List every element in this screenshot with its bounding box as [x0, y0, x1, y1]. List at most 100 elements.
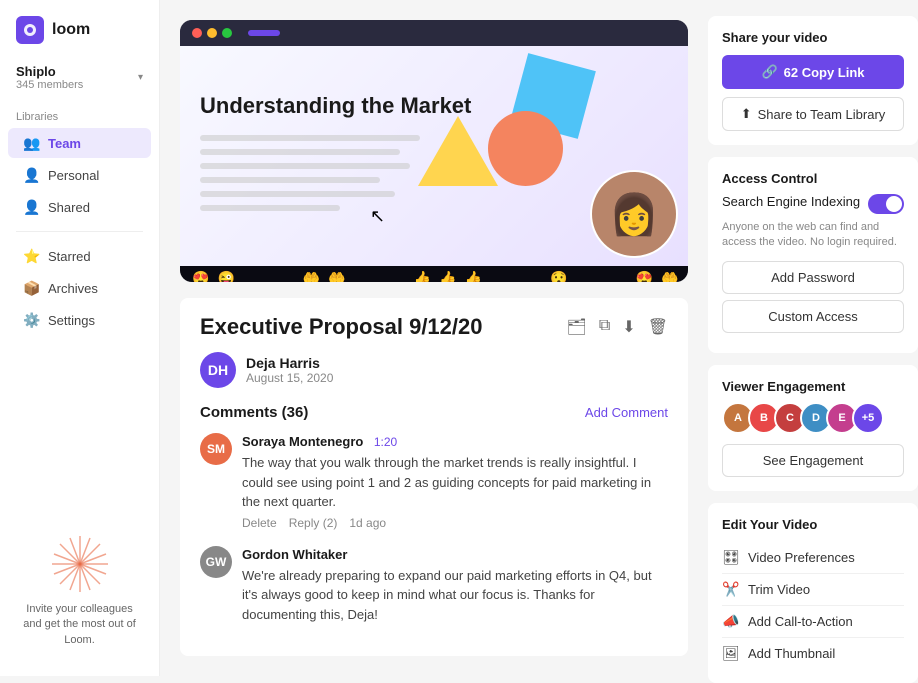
- video-actions: 🗂 ⧉ ⬇ 🗑: [567, 317, 668, 337]
- uploader-name: Deja Harris: [246, 355, 333, 371]
- chevron-down-icon: ▾: [138, 72, 143, 83]
- sidebar-item-label-personal: Personal: [48, 168, 99, 183]
- sidebar-item-label-shared: Shared: [48, 200, 90, 215]
- team-icon: 👥: [24, 135, 40, 151]
- emoji-reactions-bar: 😍😜 🤲🤲 👍👍👍 😯 😍🤲👍: [180, 266, 688, 282]
- video-player[interactable]: Understanding the Market 👩 ↖: [180, 20, 688, 282]
- search-engine-toggle[interactable]: [868, 194, 904, 214]
- video-title: Executive Proposal 9/12/20: [200, 314, 483, 340]
- copy-link-button[interactable]: 🔗 62 Copy Link: [722, 55, 904, 89]
- sidebar: loom Shiplo 345 members ▾ Libraries 👥 Te…: [0, 0, 160, 676]
- engagement-title: Viewer Engagement: [722, 379, 904, 394]
- comment-text-2: We're already preparing to expand our pa…: [242, 566, 668, 625]
- invite-graphic: [50, 534, 110, 594]
- access-control-card: Access Control Search Engine Indexing An…: [708, 157, 918, 353]
- commenter-name-1: Soraya Montenegro: [242, 434, 363, 449]
- video-title-row: Executive Proposal 9/12/20 🗂 ⧉ ⬇ 🗑: [200, 314, 668, 340]
- comment-item: SM Soraya Montenegro 1:20 The way that y…: [200, 433, 668, 530]
- video-slide: Understanding the Market 👩 ↖: [180, 46, 688, 266]
- trim-icon: ✂️: [722, 581, 740, 598]
- commenter-name-2: Gordon Whitaker: [242, 547, 347, 562]
- browser-bar: [180, 20, 688, 46]
- trim-label: Trim Video: [748, 582, 810, 597]
- logo-text: loom: [52, 21, 90, 39]
- sidebar-item-archives[interactable]: 📦 Archives: [8, 273, 151, 303]
- commenter-avatar-1: SM: [200, 433, 232, 465]
- add-password-button[interactable]: Add Password: [722, 261, 904, 294]
- comment-ago-1: 1d ago: [349, 516, 386, 530]
- sidebar-item-label-starred: Starred: [48, 249, 91, 264]
- comment-delete-button[interactable]: Delete: [242, 516, 277, 530]
- comment-text-1: The way that you walk through the market…: [242, 453, 668, 512]
- browser-dot-expand: [222, 28, 232, 38]
- copy-action-button[interactable]: ⧉: [599, 317, 610, 337]
- edit-video-card: Edit Your Video 🎛 Video Preferences ✂️ T…: [708, 503, 918, 683]
- logo: loom: [0, 12, 159, 56]
- sidebar-item-label-team: Team: [48, 136, 81, 151]
- comments-title: Comments (36): [200, 404, 308, 421]
- sidebar-item-team[interactable]: 👥 Team: [8, 128, 151, 158]
- edit-item-prefs[interactable]: 🎛 Video Preferences: [722, 542, 904, 574]
- access-control-title: Access Control: [722, 171, 904, 186]
- sidebar-item-personal[interactable]: 👤 Personal: [8, 160, 151, 190]
- main-content: Understanding the Market 👩 ↖: [160, 0, 708, 676]
- shared-icon: 👤: [24, 199, 40, 215]
- personal-icon: 👤: [24, 167, 40, 183]
- search-engine-row: Search Engine Indexing: [722, 194, 904, 214]
- org-selector[interactable]: Shiplo 345 members ▾: [0, 56, 159, 99]
- star-icon: ⭐: [24, 248, 40, 264]
- link-icon: 🔗: [761, 64, 777, 80]
- toggle-knob: [886, 196, 902, 212]
- download-action-button[interactable]: ⬇: [622, 317, 635, 337]
- folder-action-button[interactable]: 🗂: [567, 317, 587, 337]
- presenter-avatar: 👩: [590, 170, 678, 258]
- comments-header: Comments (36) Add Comment: [200, 404, 668, 421]
- org-name: Shiplo: [16, 64, 83, 79]
- browser-dots: [192, 28, 232, 38]
- right-panel: Share your video 🔗 62 Copy Link ⬆ Share …: [708, 0, 918, 676]
- sidebar-item-label-settings: Settings: [48, 313, 95, 328]
- see-engagement-button[interactable]: See Engagement: [722, 444, 904, 477]
- cta-label: Add Call-to-Action: [748, 614, 853, 629]
- search-engine-desc: Anyone on the web can find and access th…: [722, 220, 904, 251]
- comment-body-1: Soraya Montenegro 1:20 The way that you …: [242, 433, 668, 530]
- share-title: Share your video: [722, 30, 904, 45]
- prefs-label: Video Preferences: [748, 550, 855, 565]
- browser-tab: [248, 30, 280, 36]
- sidebar-item-settings[interactable]: ⚙️ Settings: [8, 305, 151, 335]
- comment-item-2: GW Gordon Whitaker We're already prepari…: [200, 546, 668, 625]
- share-team-button[interactable]: ⬆ Share to Team Library: [722, 97, 904, 131]
- comment-reply-button[interactable]: Reply (2): [289, 516, 338, 530]
- engagement-avatars: A B C D E +5: [722, 402, 904, 434]
- custom-access-button[interactable]: Custom Access: [722, 300, 904, 333]
- comment-body-2: Gordon Whitaker We're already preparing …: [242, 546, 668, 625]
- loom-logo-icon: [16, 16, 44, 44]
- prefs-icon: 🎛: [722, 549, 740, 566]
- uploader-info: DH Deja Harris August 15, 2020: [200, 352, 668, 388]
- engagement-more: +5: [852, 402, 884, 434]
- sidebar-item-starred[interactable]: ⭐ Starred: [8, 241, 151, 271]
- edit-item-trim[interactable]: ✂️ Trim Video: [722, 574, 904, 606]
- delete-action-button[interactable]: 🗑: [648, 317, 668, 337]
- libraries-label: Libraries: [0, 99, 159, 127]
- uploader-date: August 15, 2020: [246, 371, 333, 385]
- add-comment-button[interactable]: Add Comment: [585, 405, 668, 420]
- thumbnail-icon: 🖼: [722, 645, 740, 662]
- cta-icon: 📣: [722, 613, 740, 630]
- comment-actions-1: Delete Reply (2) 1d ago: [242, 516, 668, 530]
- sidebar-item-shared[interactable]: 👤 Shared: [8, 192, 151, 222]
- sidebar-divider: [16, 231, 143, 232]
- edit-item-thumbnail[interactable]: 🖼 Add Thumbnail: [722, 638, 904, 669]
- settings-icon: ⚙️: [24, 312, 40, 328]
- sidebar-item-label-archives: Archives: [48, 281, 98, 296]
- video-info: Executive Proposal 9/12/20 🗂 ⧉ ⬇ 🗑 DH De…: [180, 298, 688, 656]
- edit-item-cta[interactable]: 📣 Add Call-to-Action: [722, 606, 904, 638]
- uploader-avatar: DH: [200, 352, 236, 388]
- browser-dot-close: [192, 28, 202, 38]
- invite-text: Invite your colleagues and get the most …: [16, 602, 143, 648]
- sidebar-bottom: Invite your colleagues and get the most …: [0, 518, 159, 664]
- org-members: 345 members: [16, 79, 83, 91]
- comment-timestamp-1[interactable]: 1:20: [374, 435, 397, 449]
- thumbnail-label: Add Thumbnail: [748, 646, 835, 661]
- search-engine-label: Search Engine Indexing: [722, 194, 860, 209]
